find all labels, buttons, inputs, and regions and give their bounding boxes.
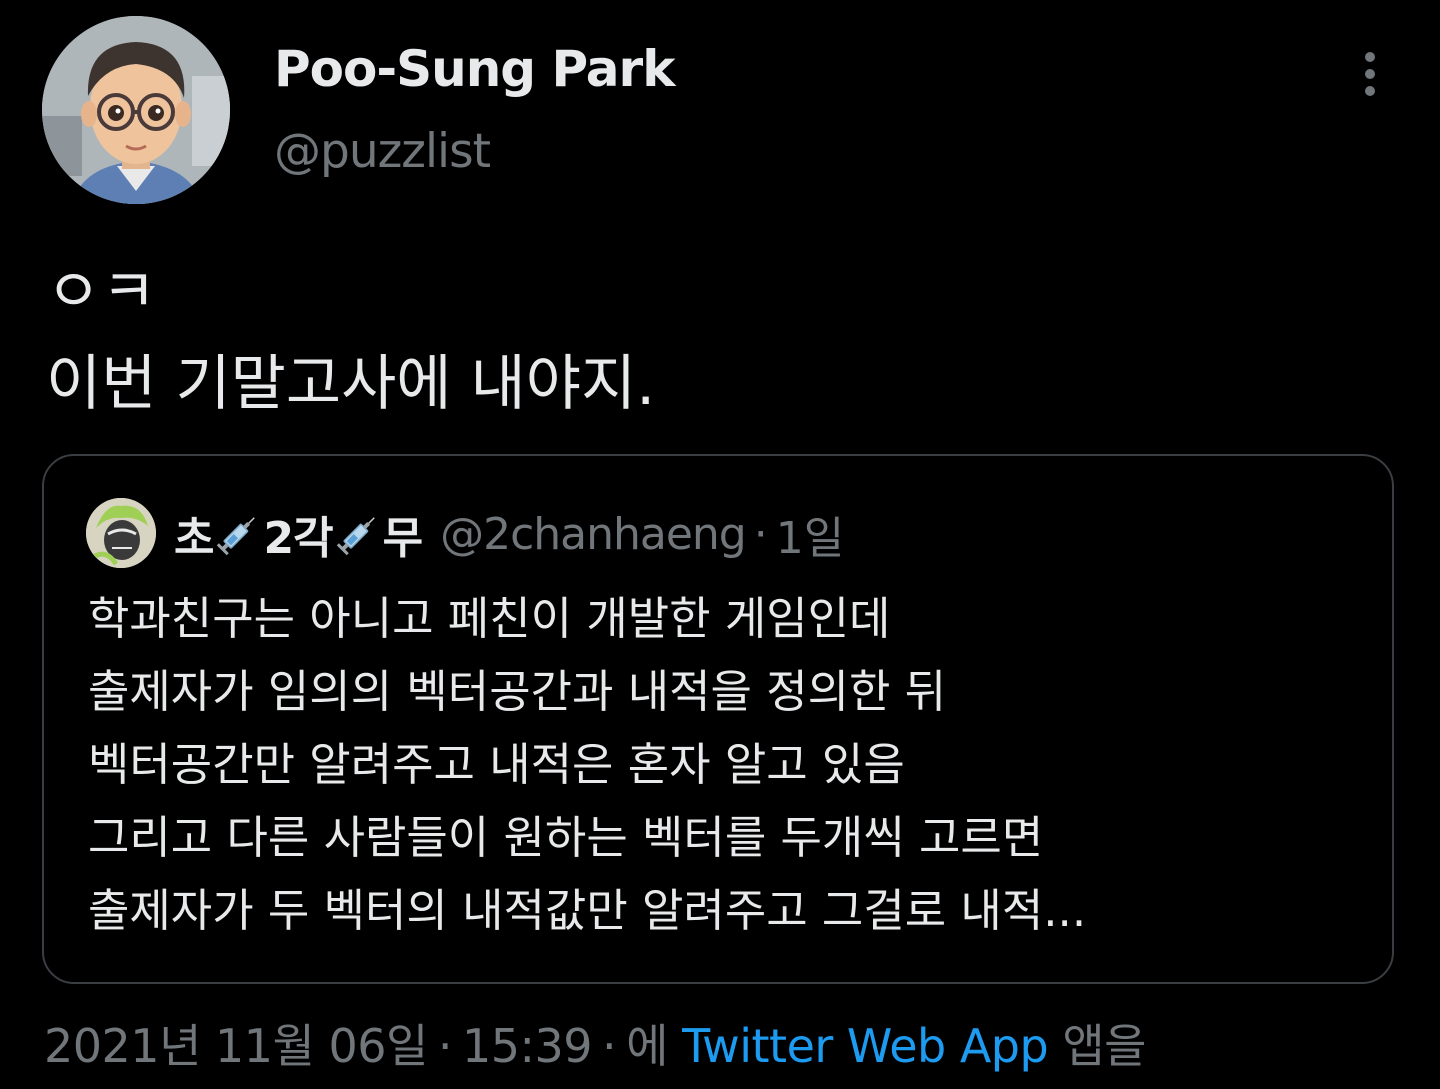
tweet-text: ㅇㅋ 이번 기말고사에 내야지. (46, 246, 1386, 430)
quoted-author-name: 초 2각 무 (174, 502, 423, 566)
quoted-text-line: 출제자가 임의의 벡터공간과 내적을 정의한 뒤 (88, 665, 947, 718)
tweet-date[interactable]: 2021년 11월 06일 (44, 1019, 428, 1073)
more-vertical-icon (1365, 52, 1375, 96)
author-avatar[interactable] (42, 16, 230, 204)
tweet: Poo-Sung Park @puzzlist ㅇㅋ 이번 기말고사에 내야지.… (0, 0, 1440, 1089)
via-prefix: 에 (626, 1019, 668, 1073)
quoted-text-line: 출제자가 두 벡터의 내적값만 알려주고 그걸로 내적... (88, 884, 1087, 937)
quoted-text-line: 학과친구는 아니고 페친이 개발한 게임인데 (88, 592, 891, 645)
separator-dot: · (753, 508, 768, 560)
quoted-tweet-text: 학과친구는 아니고 페친이 개발한 게임인데 출제자가 임의의 벡터공간과 내적… (88, 582, 1368, 947)
via-suffix: 앱을 (1062, 1019, 1146, 1073)
quoted-author-name-part: 초 (174, 513, 214, 564)
author-name[interactable]: Poo-Sung Park (274, 40, 675, 98)
syringe-icon (217, 517, 256, 556)
syringe-icon (336, 517, 375, 556)
tweet-text-line: 이번 기말고사에 내야지. (46, 349, 656, 419)
avatar-icon (42, 16, 230, 204)
separator-dot: · (437, 1019, 453, 1073)
quoted-author-handle: @2chanhaeng (440, 508, 747, 560)
tweet-source-link[interactable]: Twitter Web App (682, 1019, 1049, 1073)
tweet-time[interactable]: 15:39 (462, 1019, 593, 1073)
quoted-text-line: 벡터공간만 알려주고 내적은 혼자 알고 있음 (88, 738, 905, 791)
more-options-button[interactable] (1340, 44, 1400, 104)
quoted-author-name-part: 무 (382, 513, 423, 564)
separator-dot: · (602, 1019, 617, 1073)
quoted-author-name-part: 2각 (263, 513, 333, 564)
quoted-tweet[interactable]: 초 2각 무 @2chanhaeng · 1일 학과친구는 아니고 페친이 개발… (42, 454, 1394, 984)
quoted-tweet-header: 초 2각 무 @2chanhaeng · 1일 (174, 502, 844, 566)
quoted-text-line: 그리고 다른 사람들이 원하는 벡터를 두개씩 고르면 (88, 811, 1044, 864)
quoted-tweet-time: 1일 (775, 513, 845, 564)
tweet-metadata: 2021년 11월 06일 · 15:39 · 에 Twitter Web App 앱을 (44, 1010, 1146, 1076)
quoted-author-avatar (86, 498, 156, 568)
author-handle[interactable]: @puzzlist (274, 124, 491, 179)
avatar-icon (86, 498, 156, 568)
tweet-text-line: ㅇㅋ (46, 257, 157, 327)
